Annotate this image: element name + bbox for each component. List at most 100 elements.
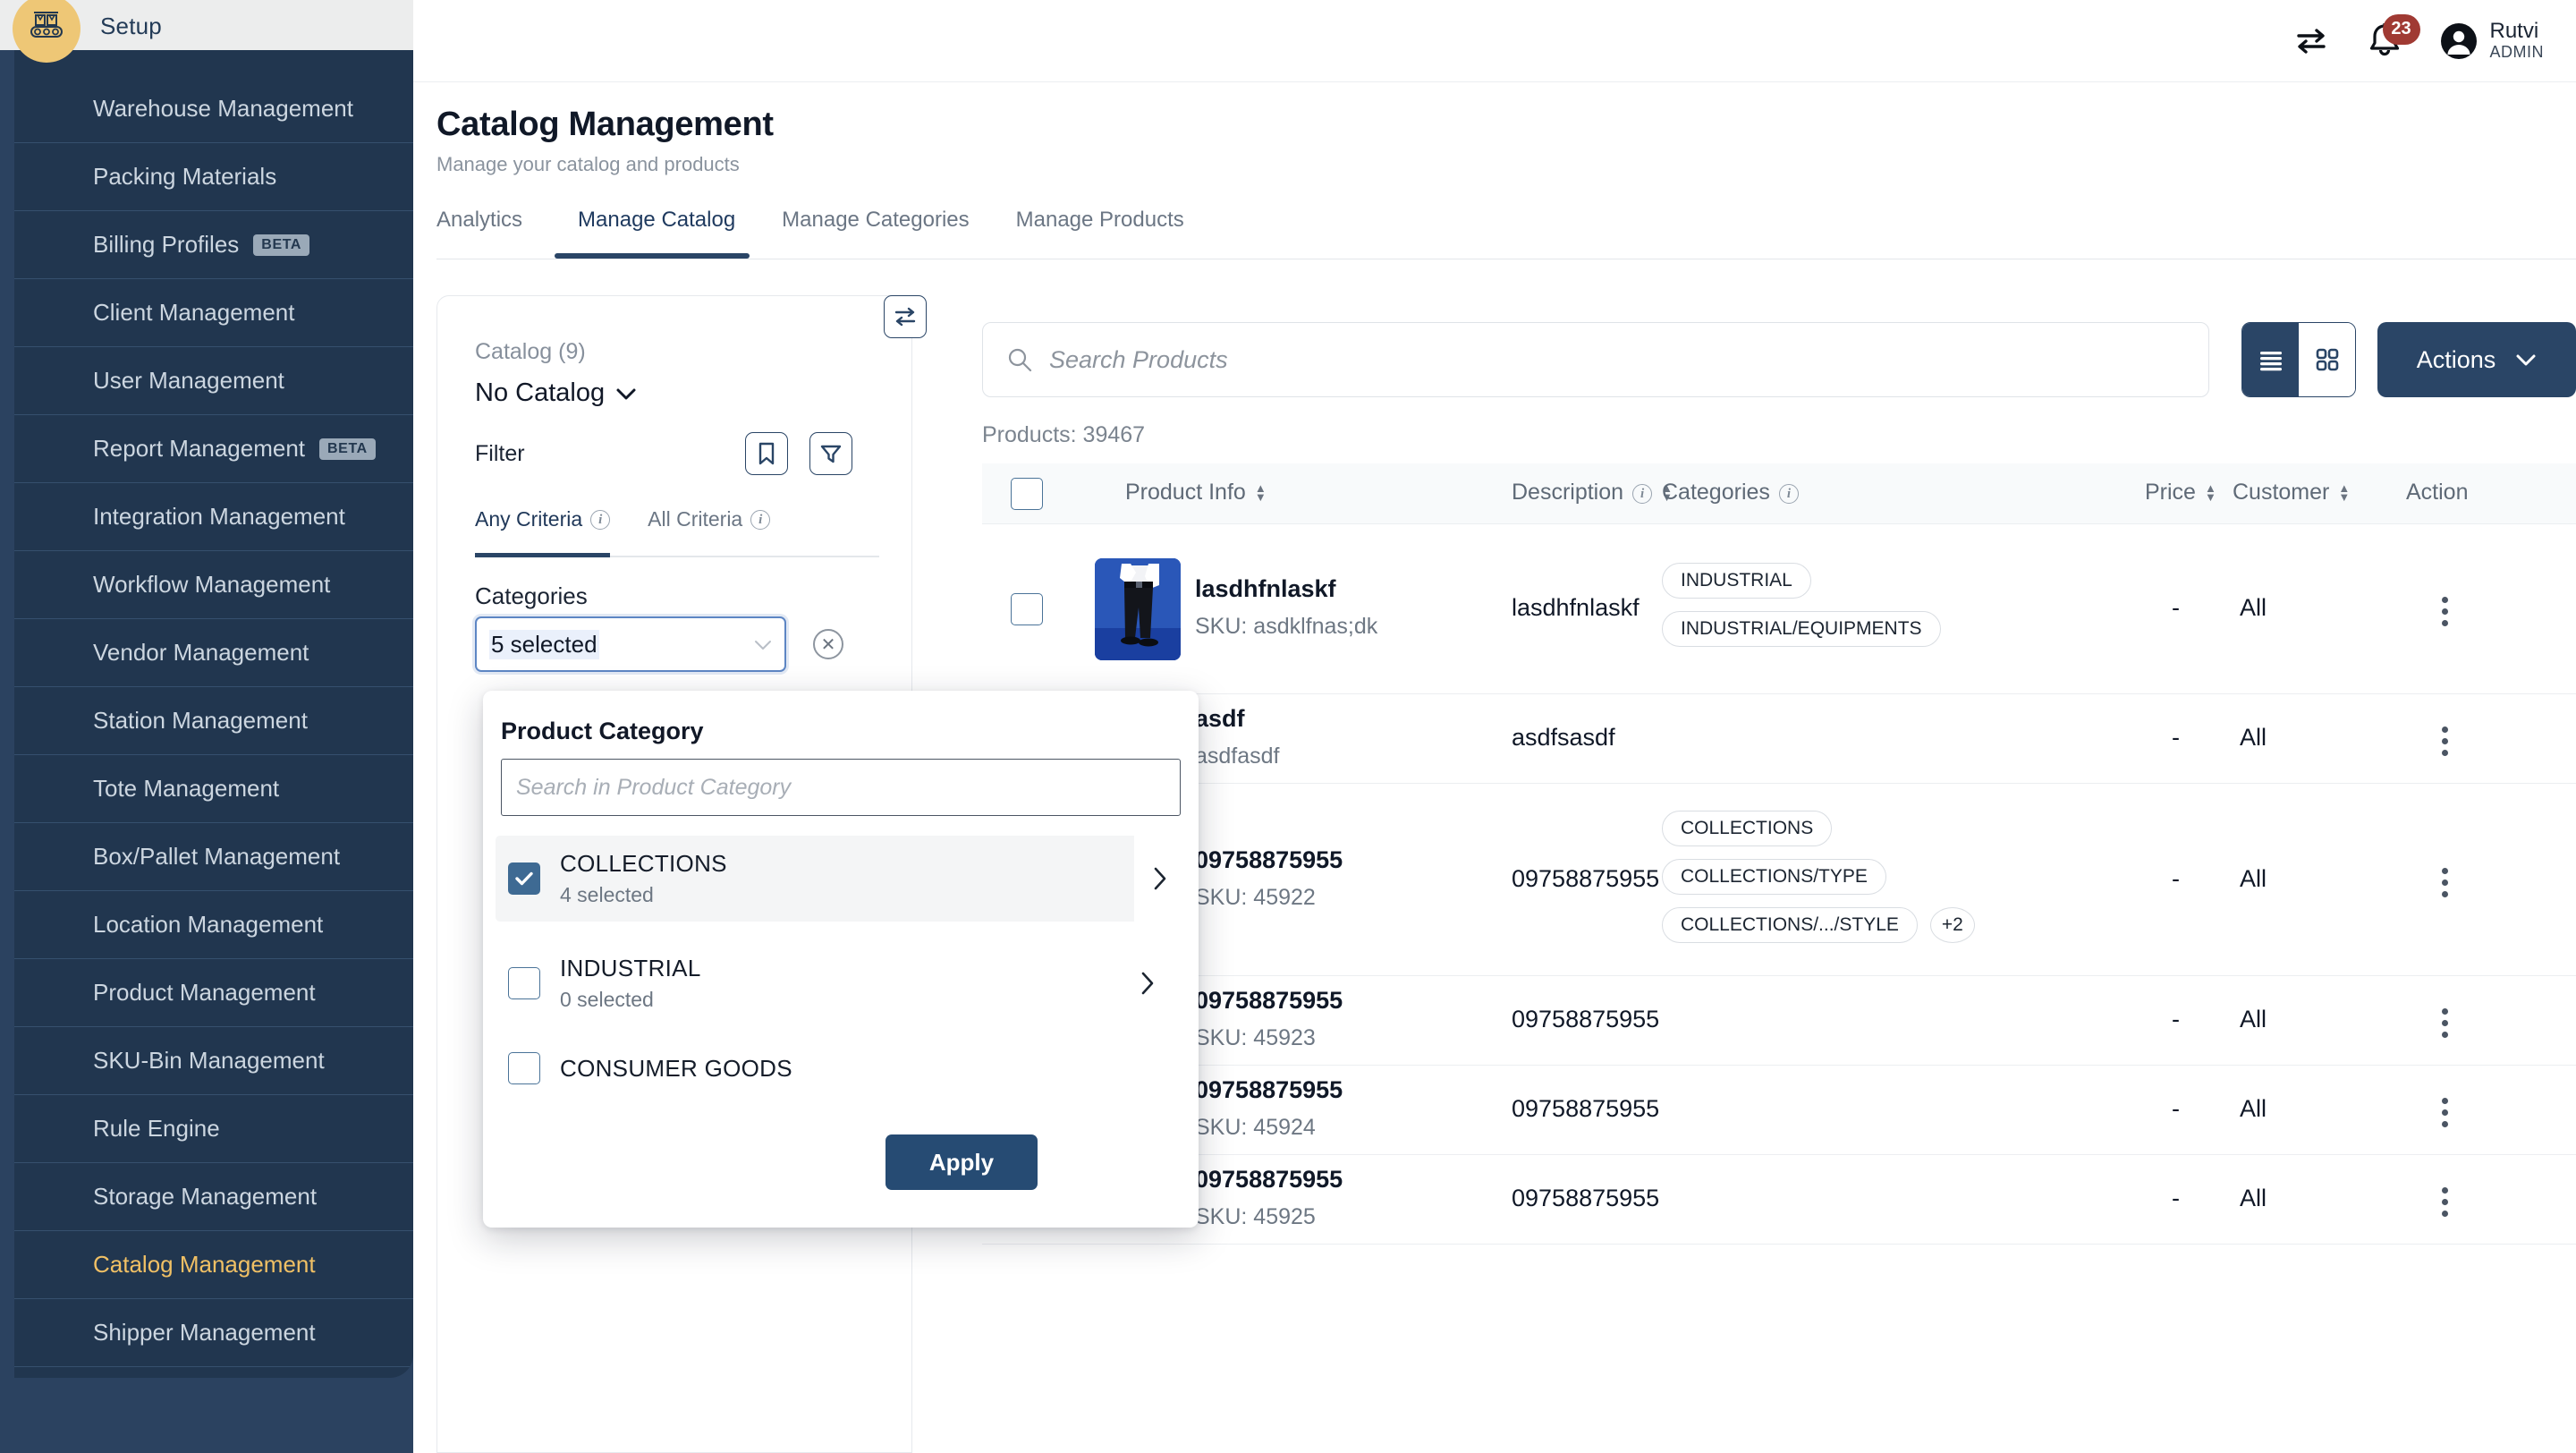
categories-select-value: 5 selected — [489, 630, 599, 659]
categories-select[interactable]: 5 selected — [475, 616, 786, 672]
product-price: - — [2172, 1006, 2180, 1033]
row-actions-menu-icon[interactable] — [2442, 1098, 2449, 1127]
category-option-name: INDUSTRIAL — [560, 955, 701, 982]
swap-panel-icon[interactable] — [884, 295, 927, 338]
column-header-categories[interactable]: Categoriesi — [1662, 480, 1799, 506]
row-actions-menu-icon[interactable] — [2442, 1008, 2449, 1038]
checkbox-industrial[interactable] — [508, 967, 540, 999]
sidebar-item-integration-management[interactable]: Integration Management — [14, 483, 413, 551]
grid-view-icon[interactable] — [2299, 323, 2355, 396]
row-actions-menu-icon[interactable] — [2442, 597, 2449, 626]
column-header-product-info[interactable]: Product Info▲▼ — [1125, 480, 1267, 506]
column-header-description[interactable]: Descriptioni▲▼ — [1512, 480, 1673, 506]
sidebar-item-catalog-management[interactable]: Catalog Management — [14, 1231, 413, 1299]
column-header-customer[interactable]: Customer▲▼ — [2233, 480, 2350, 506]
sidebar-item-label: Location Management — [93, 911, 323, 939]
sidebar-item-station-management[interactable]: Station Management — [14, 687, 413, 755]
product-description: 09758875955 — [1512, 1006, 1659, 1033]
row-checkbox[interactable] — [1011, 593, 1043, 625]
category-search-input[interactable]: Search in Product Category — [501, 759, 1181, 816]
category-option-collections[interactable]: COLLECTIONS4 selected — [496, 836, 1186, 922]
product-price: - — [2172, 1095, 2180, 1123]
select-all-checkbox[interactable] — [1011, 478, 1043, 510]
sidebar-item-client-management[interactable]: Client Management — [14, 279, 413, 347]
sidebar-item-shipper-management[interactable]: Shipper Management — [14, 1299, 413, 1367]
product-description: 09758875955 — [1512, 865, 1659, 893]
product-sku: asdfasdf — [1195, 742, 1280, 772]
category-option-industrial[interactable]: INDUSTRIAL0 selected — [496, 943, 1186, 1024]
sidebar-item-billing-profiles[interactable]: Billing ProfilesBETA — [14, 211, 413, 279]
sidebar-item-vendor-management[interactable]: Vendor Management — [14, 619, 413, 687]
table-row[interactable]: 09758875955SKU: 4592309758875955-All — [982, 976, 2576, 1066]
checkbox-consumer-goods[interactable] — [508, 1052, 540, 1084]
sidebar-item-label: Product Management — [93, 979, 316, 1007]
tab-analytics[interactable]: Analytics — [436, 208, 546, 259]
row-actions-menu-icon[interactable] — [2442, 868, 2449, 897]
checkbox-collections[interactable] — [508, 862, 540, 895]
sidebar-item-workflow-management[interactable]: Workflow Management — [14, 551, 413, 619]
sidebar-item-tote-management[interactable]: Tote Management — [14, 755, 413, 823]
criteria-tab-any-criteria[interactable]: Any Criteriai — [475, 507, 610, 556]
bookmark-icon[interactable] — [745, 432, 788, 475]
user-name: Rutvi — [2490, 20, 2545, 42]
sidebar-item-box-pallet-management[interactable]: Box/Pallet Management — [14, 823, 413, 891]
sidebar-item-rule-engine[interactable]: Rule Engine — [14, 1095, 413, 1163]
brand-title: Setup — [100, 13, 162, 40]
product-description: lasdhfnlaskf — [1512, 594, 1640, 622]
catalog-count-label: Catalog (9) — [475, 339, 586, 365]
sort-icon[interactable]: ▲▼ — [2205, 485, 2216, 501]
notifications-button[interactable]: 23 — [2365, 21, 2404, 61]
table-row[interactable]: lasdhfnlaskfSKU: asdklfnas;dklasdhfnlask… — [982, 524, 2576, 694]
table-row[interactable]: 09758875955SKU: 4592509758875955-All — [982, 1155, 2576, 1245]
info-icon[interactable]: i — [750, 510, 770, 530]
tab-manage-catalog[interactable]: Manage Catalog — [555, 208, 758, 259]
category-chip: INDUSTRIAL — [1662, 563, 1811, 599]
row-actions-menu-icon[interactable] — [2442, 726, 2449, 756]
sidebar-item-warehouse-management[interactable]: Warehouse Management — [14, 75, 413, 143]
page-header: Catalog Management Manage your catalog a… — [436, 106, 774, 176]
info-icon[interactable]: i — [590, 510, 610, 530]
apply-button[interactable]: Apply — [886, 1134, 1038, 1190]
list-view-icon[interactable] — [2242, 323, 2299, 396]
sidebar-item-report-management[interactable]: Report ManagementBETA — [14, 415, 413, 483]
table-row[interactable]: asdfasdfasdfasdfsasdf-All — [982, 694, 2576, 784]
sidebar-item-label: Packing Materials — [93, 163, 276, 191]
sidebar-item-location-management[interactable]: Location Management — [14, 891, 413, 959]
column-header-price[interactable]: Price▲▼ — [2145, 480, 2216, 506]
tab-manage-categories[interactable]: Manage Categories — [758, 208, 992, 259]
funnel-icon[interactable] — [809, 432, 852, 475]
product-info-cell: asdfasdfasdf — [1195, 705, 1280, 772]
user-menu[interactable]: Rutvi ADMIN — [2440, 20, 2545, 61]
product-sku: SKU: 45923 — [1195, 1024, 1343, 1054]
actions-button[interactable]: Actions — [2377, 322, 2576, 397]
row-actions-menu-icon[interactable] — [2442, 1187, 2449, 1217]
info-icon[interactable]: i — [1632, 484, 1652, 504]
user-avatar-icon — [2440, 22, 2478, 60]
sort-icon[interactable]: ▲▼ — [1255, 485, 1267, 501]
clear-categories-icon[interactable]: ✕ — [813, 629, 843, 659]
criteria-tab-all-criteria[interactable]: All Criteriai — [648, 507, 770, 556]
sort-icon[interactable]: ▲▼ — [2338, 485, 2350, 501]
sidebar-item-user-management[interactable]: User Management — [14, 347, 413, 415]
sidebar-item-label: Box/Pallet Management — [93, 843, 340, 871]
sidebar-item-product-management[interactable]: Product Management — [14, 959, 413, 1027]
info-icon[interactable]: i — [1779, 484, 1799, 504]
check-icon — [514, 871, 534, 887]
sidebar-item-sku-bin-management[interactable]: SKU-Bin Management — [14, 1027, 413, 1095]
sidebar-item-storage-management[interactable]: Storage Management — [14, 1163, 413, 1231]
table-row[interactable]: 09758875955SKU: 4592409758875955-All — [982, 1066, 2576, 1155]
chevron-down-icon — [615, 387, 637, 401]
tab-manage-products[interactable]: Manage Products — [993, 208, 1208, 259]
catalog-selector[interactable]: No Catalog — [475, 378, 637, 408]
actions-label: Actions — [2417, 346, 2496, 374]
category-overflow-chip[interactable]: +2 — [1930, 907, 1975, 943]
sidebar-item-packing-materials[interactable]: Packing Materials — [14, 143, 413, 211]
chevron-right-icon[interactable] — [1134, 836, 1186, 922]
category-option-consumer-goods[interactable]: CONSUMER GOODS — [496, 1041, 1186, 1095]
search-products-input[interactable]: Search Products — [982, 322, 2209, 397]
product-description: 09758875955 — [1512, 1185, 1659, 1212]
table-row[interactable]: 09758875955SKU: 4592209758875955COLLECTI… — [982, 784, 2576, 976]
transfer-arrows-icon[interactable] — [2293, 23, 2329, 59]
sidebar-item-label: Station Management — [93, 707, 308, 735]
chevron-right-icon[interactable] — [1125, 956, 1170, 1010]
